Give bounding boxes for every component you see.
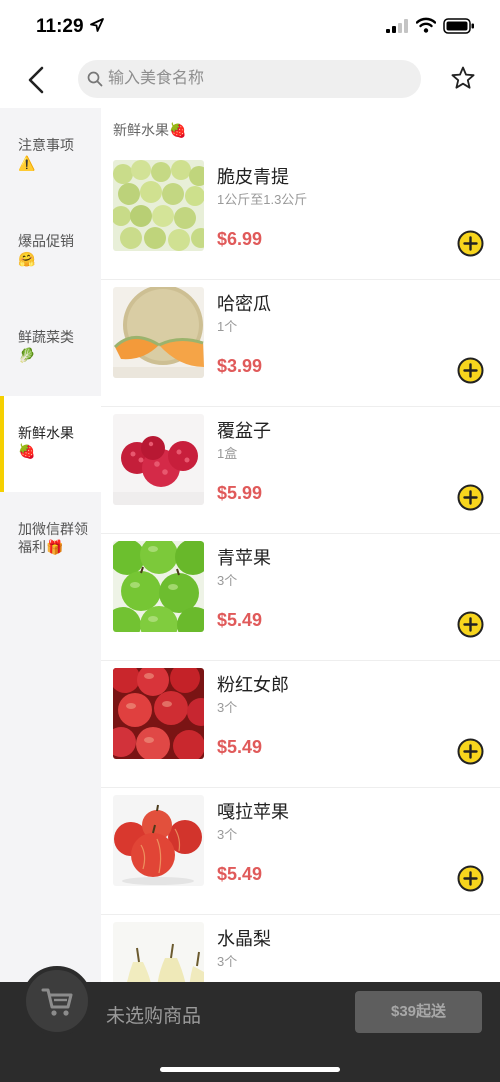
product-price: $6.99 (217, 229, 263, 249)
product-name: 青苹果 (217, 548, 271, 568)
status-bar: 11:29 (0, 0, 500, 52)
add-to-cart-icon[interactable] (457, 865, 484, 892)
wifi-icon (416, 17, 436, 33)
back-arrow-icon[interactable] (22, 64, 52, 96)
sidebar-item-notice[interactable]: 注意事项 ⚠️ (0, 108, 101, 204)
cellular-signal-icon (386, 19, 408, 33)
product-name: 粉红女郎 (217, 675, 289, 695)
product-price: $5.49 (217, 864, 263, 884)
product-price: $5.49 (217, 610, 263, 630)
cantaloupe-image (113, 287, 204, 378)
search-box[interactable] (78, 60, 421, 98)
product-list: 新鲜水果🍓 脆皮青提 1公斤至1.3公斤 $6.99 哈密瓜 1个 $3.99 … (101, 108, 500, 982)
crystal-pears-image (113, 922, 204, 982)
product-spec: 3个 (217, 827, 238, 842)
shopping-cart-icon (41, 988, 73, 1016)
product-price: $5.99 (217, 483, 263, 503)
cart-button[interactable] (22, 966, 92, 1036)
sidebar-item-promotion[interactable]: 爆品促销 🤗 (0, 204, 101, 300)
product-spec: 3个 (217, 573, 238, 588)
product-item[interactable]: 覆盆子 1盒 $5.99 (101, 407, 500, 534)
green-apples-image (113, 541, 204, 632)
sidebar-item-vegetables[interactable]: 鲜蔬菜类 🥬 (0, 300, 101, 396)
cart-empty-text: 未选购商品 (106, 1006, 202, 1027)
product-name: 水晶梨 (217, 929, 271, 949)
product-spec: 1公斤至1.3公斤 (217, 192, 308, 207)
sidebar-item-label: 新鲜水果 (18, 425, 74, 441)
product-name: 嘎拉苹果 (217, 802, 289, 822)
product-item[interactable]: 嘎拉苹果 3个 $5.49 (101, 788, 500, 915)
product-price: $5.49 (217, 737, 263, 757)
leafy-green-icon: 🥬 (18, 347, 36, 363)
cart-bar: 未选购商品 $39起送 (0, 966, 500, 1082)
product-item[interactable]: 哈密瓜 1个 $3.99 (101, 280, 500, 407)
warning-icon: ⚠️ (18, 155, 36, 171)
product-item[interactable]: 青苹果 3个 $5.49 (101, 534, 500, 661)
product-name: 覆盆子 (217, 421, 271, 441)
gift-icon: 🎁 (46, 539, 64, 555)
home-indicator[interactable] (160, 1067, 340, 1072)
strawberry-icon: 🍓 (18, 443, 36, 459)
search-input[interactable] (108, 60, 408, 98)
product-spec: 1个 (217, 319, 238, 334)
category-sidebar: 注意事项 ⚠️ 爆品促销 🤗 鲜蔬菜类 🥬 新鲜水果 🍓 加微信群领福利🎁 (0, 108, 101, 982)
sidebar-item-fresh-fruit[interactable]: 新鲜水果 🍓 (0, 396, 101, 492)
product-spec: 1盒 (217, 446, 238, 461)
product-price: $3.99 (217, 356, 263, 376)
sidebar-item-label: 爆品促销 (18, 233, 74, 249)
green-grapes-image (113, 160, 204, 251)
add-to-cart-icon[interactable] (457, 484, 484, 511)
section-title: 新鲜水果🍓 (113, 122, 187, 138)
sidebar-item-wechat-group[interactable]: 加微信群领福利🎁 (0, 492, 101, 588)
status-time: 11:29 (36, 16, 84, 37)
pink-lady-apples-image (113, 668, 204, 759)
sidebar-item-label: 注意事项 (18, 137, 74, 153)
add-to-cart-icon[interactable] (457, 357, 484, 384)
search-icon (87, 71, 103, 87)
hugging-face-icon: 🤗 (18, 251, 36, 267)
gala-apples-image (113, 795, 204, 886)
add-to-cart-icon[interactable] (457, 611, 484, 638)
product-item[interactable]: 水晶梨 3个 (101, 915, 500, 982)
add-to-cart-icon[interactable] (457, 230, 484, 257)
product-spec: 3个 (217, 954, 238, 969)
product-name: 哈密瓜 (217, 294, 271, 314)
product-item[interactable]: 粉红女郎 3个 $5.49 (101, 661, 500, 788)
sidebar-item-label: 鲜蔬菜类 (18, 329, 74, 345)
header (0, 52, 500, 108)
location-arrow-icon (90, 18, 104, 32)
battery-icon (443, 18, 474, 34)
checkout-button[interactable]: $39起送 (355, 991, 482, 1033)
raspberries-image (113, 414, 204, 505)
product-item[interactable]: 脆皮青提 1公斤至1.3公斤 $6.99 (101, 153, 500, 280)
add-to-cart-icon[interactable] (457, 738, 484, 765)
favorite-star-icon[interactable] (450, 65, 476, 91)
product-name: 脆皮青提 (217, 167, 289, 187)
product-spec: 3个 (217, 700, 238, 715)
